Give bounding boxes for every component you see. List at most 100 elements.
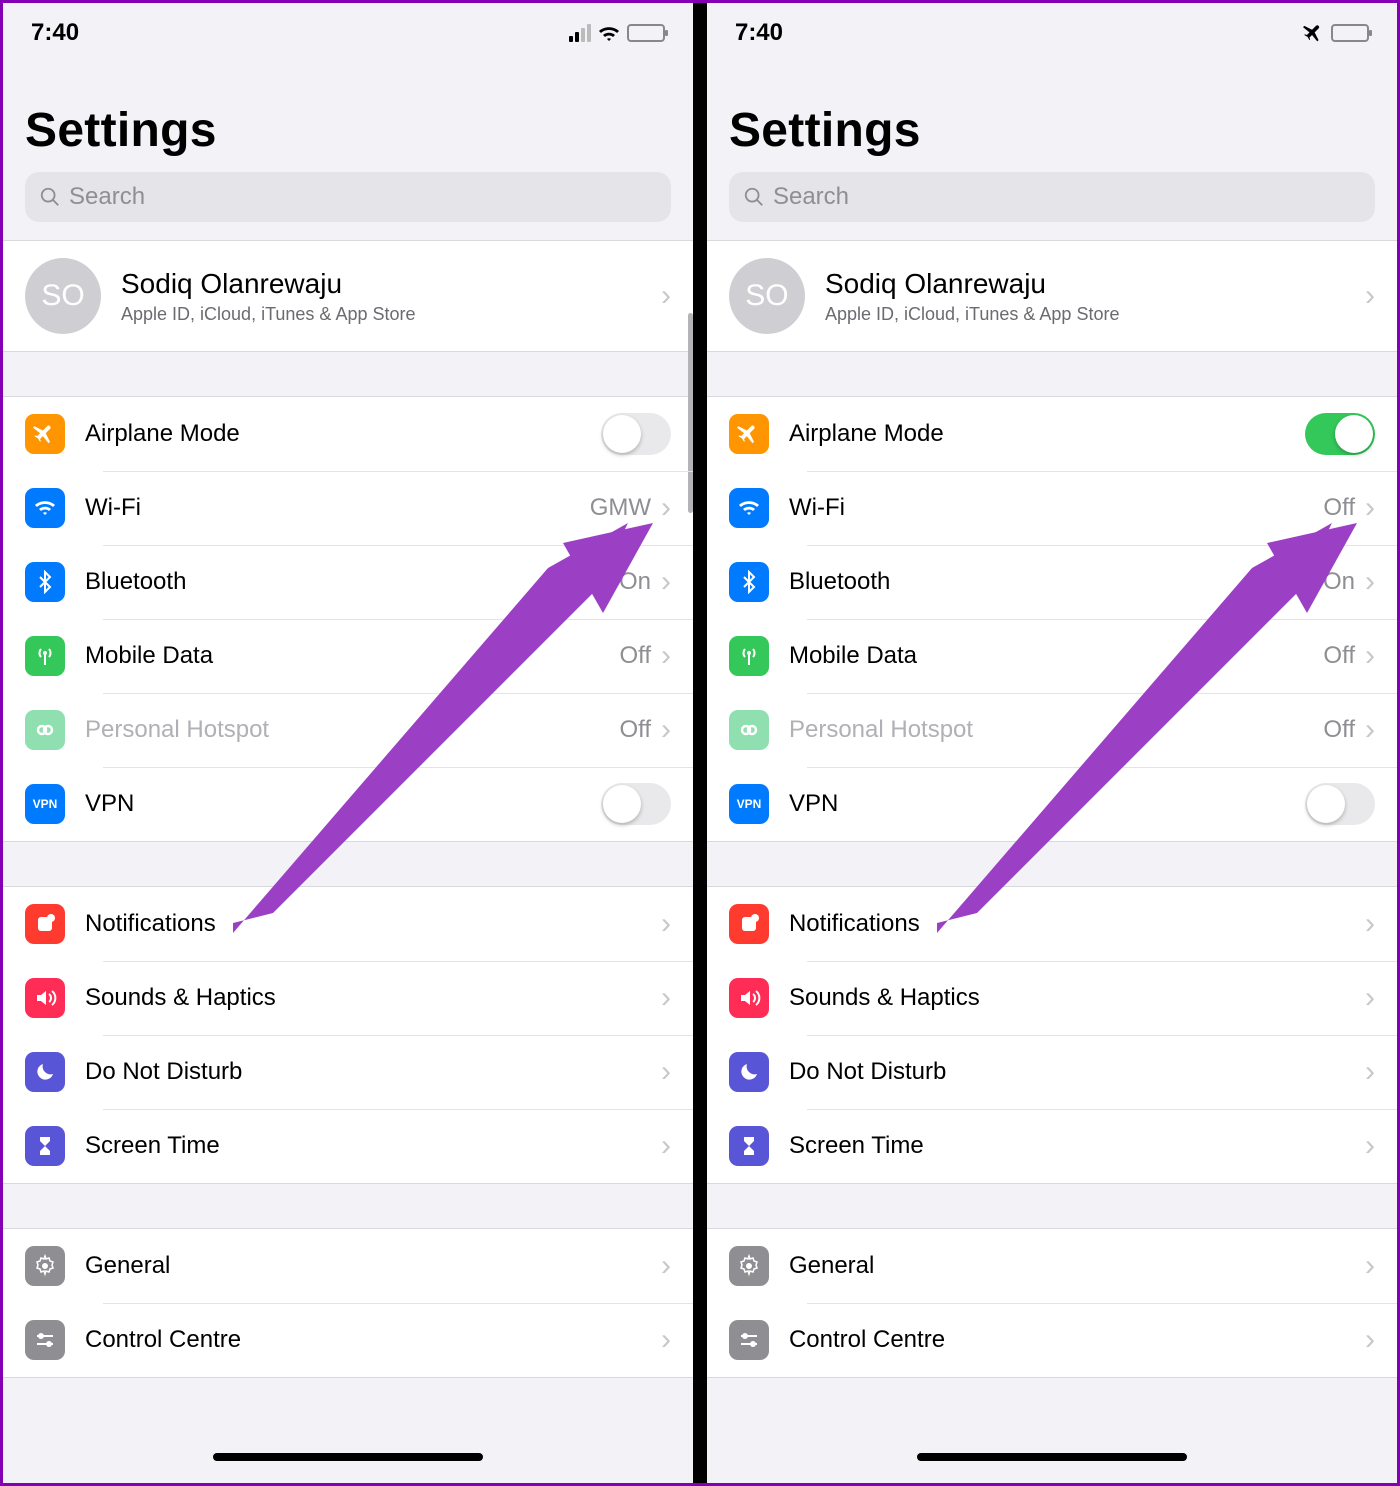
avatar: SO [25, 258, 101, 334]
chevron-icon: › [661, 1325, 671, 1355]
search-icon [39, 186, 61, 208]
screentime-row[interactable]: Screen Time › [707, 1109, 1397, 1183]
chevron-icon: › [661, 281, 671, 311]
vpn-row[interactable]: VPN VPN [707, 767, 1397, 841]
phone-left: 7:40 Settings Search SO Sodiq Olanrewaju… [3, 3, 693, 1483]
wifi-label: Wi-Fi [85, 494, 590, 522]
chevron-icon: › [661, 1251, 671, 1281]
screentime-label: Screen Time [85, 1132, 661, 1160]
system-group: Notifications › Sounds & Haptics › Do No… [707, 886, 1397, 1184]
vpn-icon: VPN [25, 784, 65, 824]
bluetooth-value: On [619, 568, 651, 596]
screentime-row[interactable]: Screen Time › [3, 1109, 693, 1183]
vpn-row[interactable]: VPN VPN [3, 767, 693, 841]
hotspot-row[interactable]: Personal Hotspot Off › [3, 693, 693, 767]
network-group: Airplane Mode Wi-Fi GMW › Bluetooth On ›… [3, 396, 693, 842]
wifi-icon [597, 24, 621, 42]
avatar: SO [729, 258, 805, 334]
control-centre-row[interactable]: Control Centre › [3, 1303, 693, 1377]
profile-row[interactable]: SO Sodiq Olanrewaju Apple ID, iCloud, iT… [707, 241, 1397, 351]
search-input[interactable]: Search [729, 172, 1375, 222]
hotspot-label: Personal Hotspot [789, 716, 1323, 744]
bluetooth-value: On [1323, 568, 1355, 596]
mobile-label: Mobile Data [789, 642, 1323, 670]
vpn-toggle[interactable] [601, 783, 671, 825]
vpn-icon: VPN [729, 784, 769, 824]
bluetooth-icon [729, 562, 769, 602]
profile-group: SO Sodiq Olanrewaju Apple ID, iCloud, iT… [3, 240, 693, 352]
page-header: Settings [3, 63, 693, 162]
redaction-bar [213, 1453, 483, 1461]
airplane-icon [729, 414, 769, 454]
gear-icon [25, 1246, 65, 1286]
chevron-icon: › [1365, 567, 1375, 597]
control-label: Control Centre [85, 1326, 661, 1354]
mobile-data-row[interactable]: Mobile Data Off › [707, 619, 1397, 693]
dnd-row[interactable]: Do Not Disturb › [3, 1035, 693, 1109]
chevron-icon: › [661, 1057, 671, 1087]
profile-name: Sodiq Olanrewaju [121, 268, 661, 300]
hotspot-row[interactable]: Personal Hotspot Off › [707, 693, 1397, 767]
wifi-value: GMW [590, 494, 651, 522]
wifi-label: Wi-Fi [789, 494, 1323, 522]
chevron-icon: › [661, 909, 671, 939]
hotspot-icon [729, 710, 769, 750]
chevron-icon: › [1365, 983, 1375, 1013]
sounds-row[interactable]: Sounds & Haptics › [3, 961, 693, 1035]
page-title: Settings [729, 103, 1375, 158]
bluetooth-row[interactable]: Bluetooth On › [3, 545, 693, 619]
chevron-icon: › [1365, 1251, 1375, 1281]
vpn-label: VPN [789, 790, 1305, 818]
search-placeholder: Search [69, 183, 145, 211]
airplane-label: Airplane Mode [85, 420, 601, 448]
mobile-value: Off [619, 642, 651, 670]
notifications-icon [729, 904, 769, 944]
hotspot-value: Off [619, 716, 651, 744]
airplane-toggle[interactable] [1305, 413, 1375, 455]
sounds-label: Sounds & Haptics [789, 984, 1365, 1012]
hotspot-value: Off [1323, 716, 1355, 744]
battery-icon [1331, 24, 1369, 42]
hotspot-label: Personal Hotspot [85, 716, 619, 744]
notifications-label: Notifications [85, 910, 661, 938]
mobile-value: Off [1323, 642, 1355, 670]
airplane-toggle[interactable] [601, 413, 671, 455]
airplane-icon [25, 414, 65, 454]
vpn-toggle[interactable] [1305, 783, 1375, 825]
general-row[interactable]: General › [3, 1229, 693, 1303]
control-label: Control Centre [789, 1326, 1365, 1354]
moon-icon [729, 1052, 769, 1092]
dnd-label: Do Not Disturb [85, 1058, 661, 1086]
general-row[interactable]: General › [707, 1229, 1397, 1303]
system-group: Notifications › Sounds & Haptics › Do No… [3, 886, 693, 1184]
chevron-icon: › [661, 715, 671, 745]
airplane-mode-row[interactable]: Airplane Mode [707, 397, 1397, 471]
wifi-row[interactable]: Wi-Fi Off › [707, 471, 1397, 545]
chevron-icon: › [661, 567, 671, 597]
airplane-status-icon [1303, 22, 1325, 44]
wifi-row[interactable]: Wi-Fi GMW › [3, 471, 693, 545]
control-centre-row[interactable]: Control Centre › [707, 1303, 1397, 1377]
general-group: General › Control Centre › [707, 1228, 1397, 1378]
wifi-value: Off [1323, 494, 1355, 522]
dnd-row[interactable]: Do Not Disturb › [707, 1035, 1397, 1109]
bluetooth-row[interactable]: Bluetooth On › [707, 545, 1397, 619]
mobile-data-row[interactable]: Mobile Data Off › [3, 619, 693, 693]
search-placeholder: Search [773, 183, 849, 211]
chevron-icon: › [1365, 1131, 1375, 1161]
notifications-row[interactable]: Notifications › [3, 887, 693, 961]
chevron-icon: › [661, 1131, 671, 1161]
chevron-icon: › [1365, 715, 1375, 745]
search-input[interactable]: Search [25, 172, 671, 222]
profile-sub: Apple ID, iCloud, iTunes & App Store [121, 304, 661, 325]
airplane-mode-row[interactable]: Airplane Mode [3, 397, 693, 471]
profile-row[interactable]: SO Sodiq Olanrewaju Apple ID, iCloud, iT… [3, 241, 693, 351]
bluetooth-icon [25, 562, 65, 602]
notifications-row[interactable]: Notifications › [707, 887, 1397, 961]
speaker-icon [729, 978, 769, 1018]
sounds-row[interactable]: Sounds & Haptics › [707, 961, 1397, 1035]
general-label: General [789, 1252, 1365, 1280]
sliders-icon [729, 1320, 769, 1360]
chevron-icon: › [1365, 281, 1375, 311]
hotspot-icon [25, 710, 65, 750]
